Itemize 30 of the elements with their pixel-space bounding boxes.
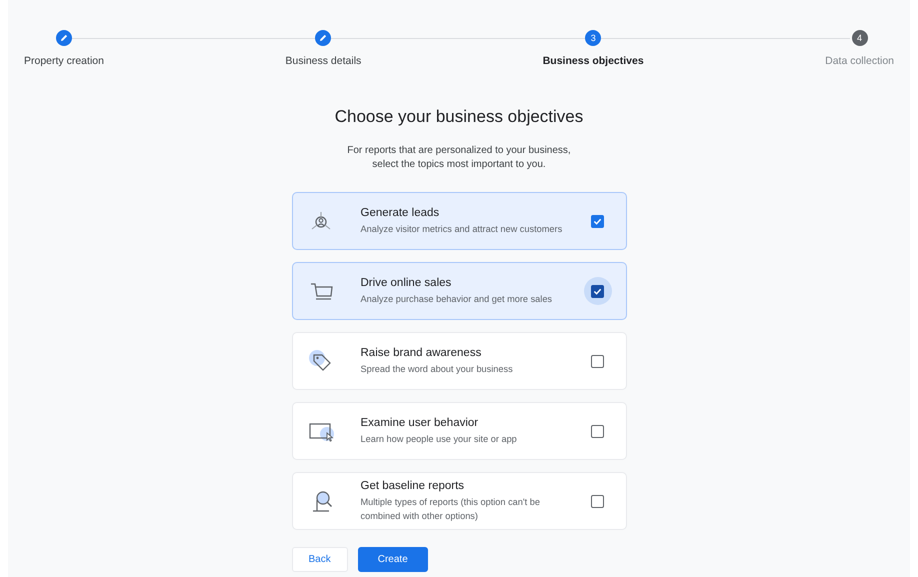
step-label: Business details bbox=[285, 55, 362, 67]
objective-title: Generate leads bbox=[360, 206, 440, 218]
objective-description: Learn how people use your site or app bbox=[360, 432, 518, 446]
objective-description: Analyze visitor metrics and attract new customers bbox=[360, 222, 564, 236]
create-button[interactable]: Create bbox=[358, 547, 428, 572]
checkbox[interactable] bbox=[591, 284, 604, 298]
step-number: 3 bbox=[585, 30, 602, 46]
checkbox[interactable] bbox=[591, 354, 604, 368]
back-button[interactable]: Back bbox=[292, 547, 348, 572]
objective-card[interactable]: Drive online sales Analyze purchase behavior and get more sales bbox=[292, 262, 626, 320]
checkbox[interactable] bbox=[591, 424, 604, 438]
objective-description: Multiple types of reports (this option can't be combined with other options) bbox=[360, 496, 541, 522]
checkbox[interactable] bbox=[591, 214, 604, 228]
page-title: Choose your business objectives bbox=[334, 107, 584, 127]
step-label: Data collection bbox=[825, 55, 894, 67]
checkbox[interactable] bbox=[591, 494, 604, 508]
objective-title: Get baseline reports bbox=[360, 480, 466, 492]
objective-title: Raise brand awareness bbox=[360, 346, 482, 358]
objective-card[interactable]: Get baseline reports Multiple types of reports (this option can't be combined with other options) bbox=[292, 472, 626, 530]
objective-card[interactable]: Raise brand awareness Spread the word about your business bbox=[292, 332, 626, 390]
objective-description: Spread the word about your business bbox=[360, 362, 514, 376]
step-label: Business objectives bbox=[542, 55, 644, 67]
objective-card[interactable]: Generate leads Analyze visitor metrics and attract new customers bbox=[292, 192, 626, 250]
step-label: Property creation bbox=[24, 55, 104, 67]
page-subtitle: For reports that are personalized to your business, select the topics most important to you. bbox=[347, 144, 571, 172]
objective-description: Analyze purchase behavior and get more sales bbox=[360, 292, 554, 306]
objective-title: Examine user behavior bbox=[360, 416, 480, 428]
objective-title: Drive online sales bbox=[360, 276, 452, 288]
objective-card[interactable]: Examine user behavior Learn how people use your site or app bbox=[292, 402, 626, 460]
step-number: 4 bbox=[852, 30, 868, 46]
